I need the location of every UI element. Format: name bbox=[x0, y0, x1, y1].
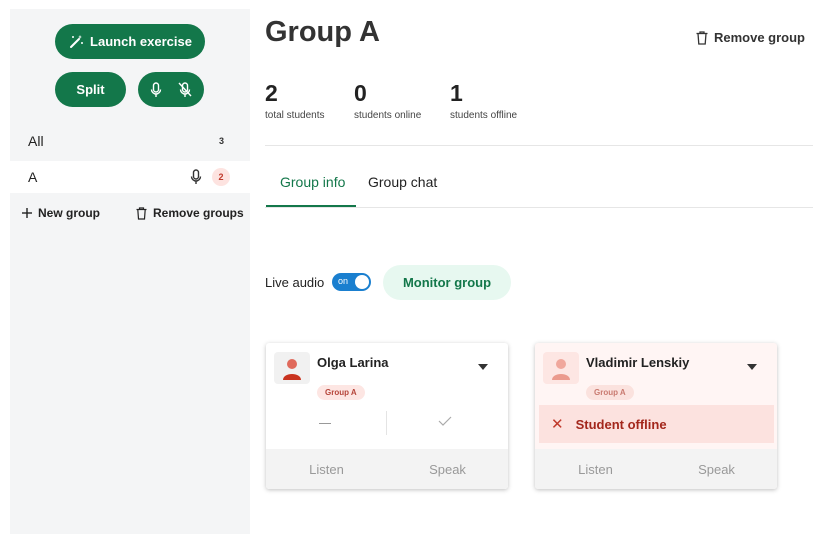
stat-label: students offline bbox=[450, 110, 518, 121]
mic-off-icon[interactable] bbox=[178, 81, 192, 98]
divider bbox=[265, 145, 813, 146]
group-tag: Group A bbox=[586, 385, 634, 400]
launch-exercise-label: Launch exercise bbox=[90, 34, 192, 49]
group-count-badge: 2 bbox=[212, 168, 230, 186]
split-label: Split bbox=[76, 82, 105, 97]
dash-indicator bbox=[319, 423, 331, 424]
trash-icon bbox=[136, 206, 147, 220]
caret-down-icon[interactable] bbox=[478, 364, 488, 370]
remove-groups-label: Remove groups bbox=[153, 206, 244, 220]
sidebar-actions: New group Remove groups bbox=[10, 204, 250, 224]
stat-label: students online bbox=[354, 110, 422, 121]
user-icon bbox=[283, 359, 301, 380]
app-window: Launch exercise Split All 3 A 2 New grou… bbox=[0, 0, 818, 534]
mic-icon[interactable] bbox=[150, 81, 162, 98]
trash-icon bbox=[696, 30, 708, 45]
launch-exercise-button[interactable]: Launch exercise bbox=[55, 24, 205, 59]
stat-students-offline: 1 students offline bbox=[450, 80, 517, 121]
speak-button[interactable]: Speak bbox=[387, 449, 508, 489]
live-audio-label: Live audio bbox=[265, 275, 325, 290]
plus-icon bbox=[22, 208, 32, 218]
student-card: Vladimir Lenskiy Group A ✕ Student offli… bbox=[535, 343, 777, 489]
group-tag: Group A bbox=[317, 385, 365, 400]
offline-status-banner: ✕ Student offline bbox=[539, 405, 774, 443]
group-item-label: A bbox=[28, 169, 38, 185]
mic-controls-button[interactable] bbox=[138, 72, 204, 107]
stat-value: 0 bbox=[354, 80, 367, 106]
speak-button[interactable]: Speak bbox=[656, 449, 777, 489]
listen-button[interactable]: Listen bbox=[266, 449, 387, 489]
monitor-group-button[interactable]: Monitor group bbox=[383, 265, 511, 300]
group-item-all[interactable]: All 3 bbox=[10, 125, 250, 157]
student-name: Olga Larina bbox=[317, 355, 389, 370]
page-title: Group A bbox=[265, 16, 380, 48]
main-panel: Group A Remove group 2 total students 0 … bbox=[265, 0, 813, 534]
avatar bbox=[274, 352, 310, 384]
close-icon: ✕ bbox=[551, 416, 564, 433]
divider bbox=[386, 411, 387, 435]
listen-button[interactable]: Listen bbox=[535, 449, 656, 489]
student-actions: Listen Speak bbox=[266, 449, 508, 489]
student-actions: Listen Speak bbox=[535, 449, 777, 489]
tab-group-info[interactable]: Group info bbox=[280, 174, 345, 190]
sidebar: Launch exercise Split All 3 A 2 New grou… bbox=[10, 9, 250, 534]
divider bbox=[265, 207, 813, 208]
new-group-label: New group bbox=[38, 206, 100, 220]
stat-students-online: 0 students online bbox=[354, 80, 421, 121]
avatar bbox=[543, 352, 579, 384]
toggle-state-label: on bbox=[338, 276, 349, 286]
split-button[interactable]: Split bbox=[55, 72, 126, 107]
user-icon bbox=[552, 359, 570, 380]
new-group-button[interactable]: New group bbox=[22, 206, 100, 220]
tab-group-chat[interactable]: Group chat bbox=[368, 174, 437, 190]
group-item-label: All bbox=[28, 133, 44, 149]
stat-value: 1 bbox=[450, 80, 463, 106]
student-card: Olga Larina Group A Listen Speak bbox=[266, 343, 508, 489]
stat-total-students: 2 total students bbox=[265, 80, 324, 121]
toggle-knob bbox=[355, 275, 369, 289]
student-status-row bbox=[266, 407, 508, 439]
magic-wand-icon bbox=[70, 34, 84, 48]
mic-icon[interactable] bbox=[190, 169, 202, 185]
remove-group-button[interactable]: Remove group bbox=[696, 30, 805, 45]
live-audio-toggle[interactable]: on bbox=[332, 273, 371, 291]
stat-value: 2 bbox=[265, 80, 278, 106]
group-count-badge: 3 bbox=[218, 136, 224, 146]
student-name: Vladimir Lenskiy bbox=[586, 355, 690, 370]
remove-group-label: Remove group bbox=[713, 30, 805, 45]
group-item-a[interactable]: A 2 bbox=[10, 161, 250, 193]
caret-down-icon[interactable] bbox=[747, 364, 757, 370]
stat-label: total students bbox=[265, 110, 325, 121]
check-icon bbox=[438, 416, 452, 426]
offline-status-text: Student offline bbox=[575, 416, 667, 432]
remove-groups-button[interactable]: Remove groups bbox=[136, 206, 244, 220]
